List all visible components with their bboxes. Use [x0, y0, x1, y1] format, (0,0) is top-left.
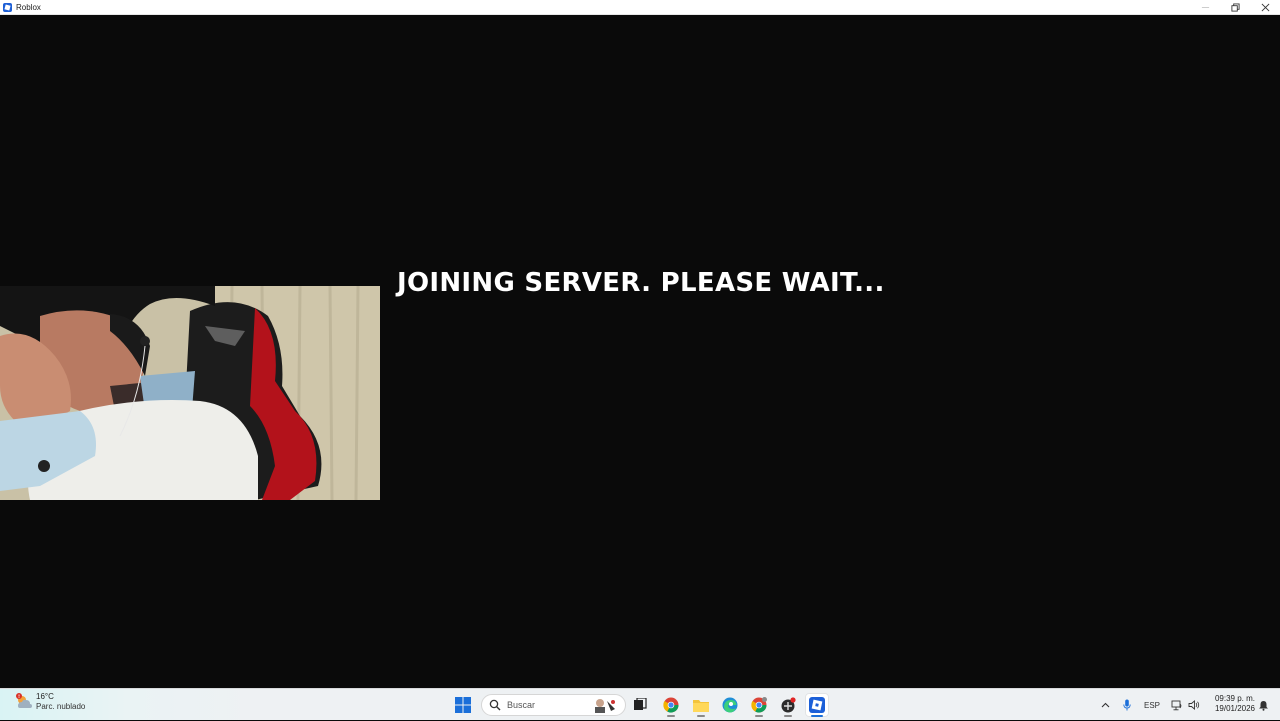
volume-tray-button[interactable]	[1186, 689, 1202, 721]
weather-cloud-icon: !	[16, 693, 32, 708]
window-titlebar: Roblox	[0, 0, 1280, 15]
roblox-app-icon	[3, 2, 12, 12]
window-title: Roblox	[16, 2, 41, 12]
joining-server-status: JOINING SERVER. PLEASE WAIT...	[397, 268, 885, 298]
clock-date: 19/01/2026	[1214, 704, 1255, 713]
weather-alert-badge: !	[18, 694, 20, 700]
running-indicator	[667, 715, 675, 717]
microphone-tray-button[interactable]	[1119, 689, 1135, 721]
chrome-icon	[663, 697, 679, 713]
taskbar-search[interactable]: Buscar	[481, 694, 626, 716]
taskbar-app-file-explorer[interactable]	[689, 693, 713, 717]
folder-icon	[693, 700, 709, 712]
webcam-overlay	[0, 286, 380, 500]
running-indicator	[755, 715, 763, 717]
taskbar-app-game[interactable]	[776, 693, 800, 717]
weather-temperature: 16°C	[36, 692, 54, 701]
taskbar-app-edge[interactable]	[718, 693, 742, 717]
search-icon	[489, 699, 501, 711]
chevron-up-icon	[1101, 702, 1109, 708]
weather-widget[interactable]: ! 16°C Parc. nublado	[14, 692, 85, 712]
close-button[interactable]	[1250, 0, 1280, 15]
edge-icon	[722, 697, 738, 713]
search-placeholder: Buscar	[507, 700, 536, 710]
search-highlight-illustration-icon	[595, 699, 615, 713]
minimize-icon	[1201, 7, 1209, 8]
taskbar-app-chrome[interactable]	[659, 693, 683, 717]
active-indicator	[811, 715, 823, 717]
start-button[interactable]	[452, 694, 474, 716]
game-icon	[781, 697, 796, 713]
input-language-button[interactable]: ESP	[1140, 689, 1164, 721]
weather-description: Parc. nublado	[36, 702, 86, 711]
clock-time: 09:39 p. m.	[1214, 694, 1255, 703]
running-indicator	[697, 715, 705, 717]
chrome-icon	[751, 697, 767, 713]
minimize-button[interactable]	[1190, 0, 1220, 15]
show-hidden-icons-button[interactable]	[1097, 689, 1113, 721]
window-controls	[1190, 0, 1280, 15]
restore-icon	[1230, 3, 1240, 12]
running-indicator	[784, 715, 792, 717]
task-view-icon	[634, 698, 647, 710]
microphone-icon	[1123, 699, 1131, 711]
taskbar-clock[interactable]: 09:39 p. m. 19/01/2026	[1207, 694, 1255, 714]
notification-center-button[interactable]	[1255, 689, 1271, 721]
speaker-icon	[1188, 700, 1200, 710]
close-icon	[1261, 3, 1269, 12]
windows-logo-icon	[455, 697, 471, 713]
taskbar-app-chrome-profile[interactable]	[747, 693, 771, 717]
network-tray-button[interactable]	[1169, 689, 1185, 721]
windows-taskbar: ! 16°C Parc. nublado Buscar ESP 09:39 p.…	[0, 688, 1280, 720]
task-view-button[interactable]	[628, 693, 652, 717]
roblox-icon	[809, 697, 825, 713]
webcam-feed-image	[0, 286, 380, 500]
network-icon	[1171, 700, 1182, 710]
notification-bell-icon	[1258, 700, 1268, 711]
taskbar-app-roblox[interactable]	[805, 693, 829, 717]
restore-button[interactable]	[1220, 0, 1250, 15]
